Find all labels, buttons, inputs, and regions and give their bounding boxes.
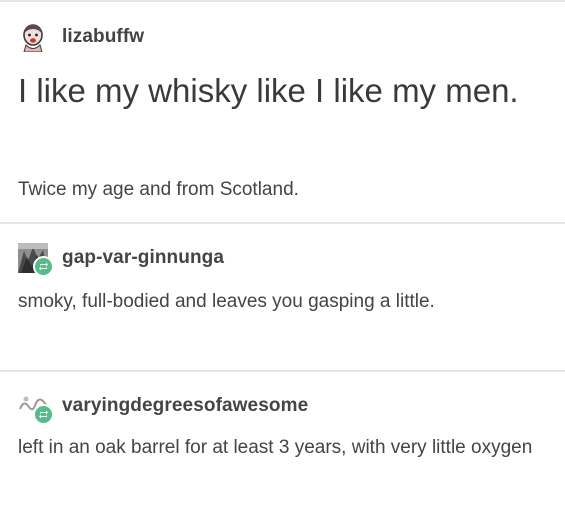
- post-original: lizabuffw I like my whisky like I like m…: [0, 0, 565, 222]
- post-reblog: varyingdegreesofawesome left in an oak b…: [0, 372, 565, 508]
- user-avatar[interactable]: [18, 391, 54, 425]
- post-text: smoky, full-bodied and leaves you gaspin…: [18, 291, 435, 312]
- post-header: lizabuffw: [18, 22, 144, 53]
- reblog-icon: [39, 410, 48, 419]
- username[interactable]: lizabuffw: [62, 26, 144, 48]
- reblog-badge: [33, 256, 54, 277]
- username[interactable]: varyingdegreesofawesome: [62, 395, 308, 417]
- user-avatar[interactable]: [18, 22, 48, 53]
- reblog-badge: [33, 404, 54, 425]
- post-reblog: gap-var-ginnunga smoky, full-bodied and …: [0, 224, 565, 370]
- cartoon-avatar-icon: [23, 24, 43, 53]
- post-header: gap-var-ginnunga: [18, 243, 224, 277]
- post-header: varyingdegreesofawesome: [18, 391, 308, 425]
- post-text: Twice my age and from Scotland.: [18, 179, 299, 200]
- post-text: left in an oak barrel for at least 3 yea…: [18, 437, 533, 458]
- username[interactable]: gap-var-ginnunga: [62, 247, 224, 269]
- user-avatar[interactable]: [18, 243, 54, 277]
- post-headline: I like my whisky like I like my men.: [18, 72, 519, 109]
- reblog-icon: [39, 262, 48, 271]
